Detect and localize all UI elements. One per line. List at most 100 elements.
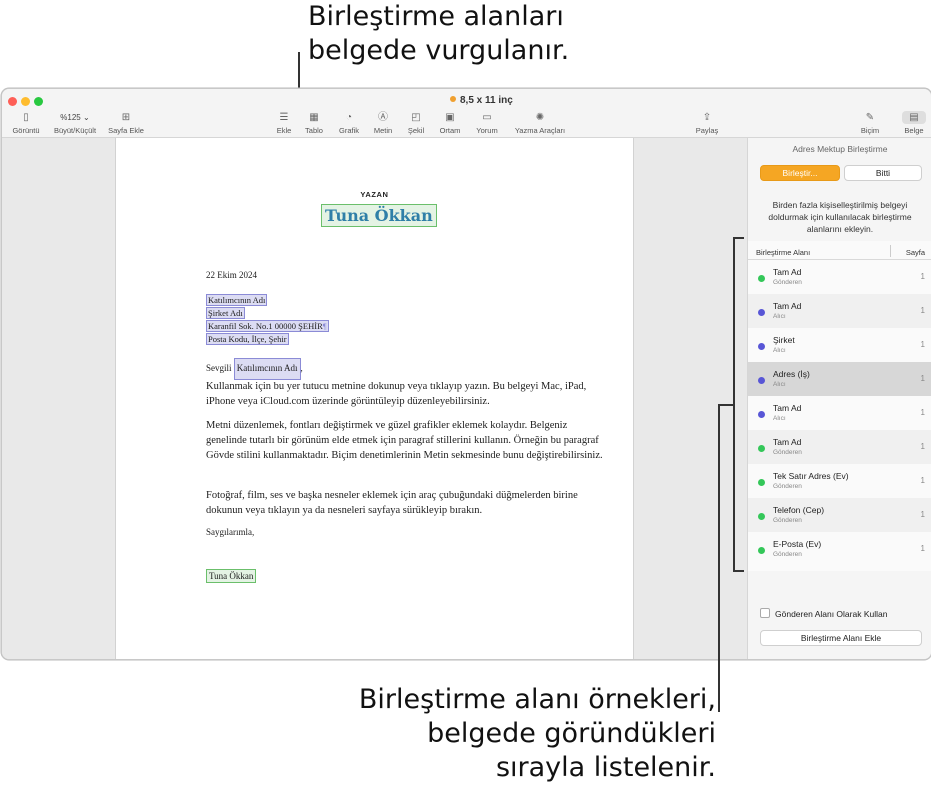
- add-page-button[interactable]: ⊞ Sayfa Ekle: [108, 111, 144, 135]
- merge-fields-header: Birleştirme Alanı Sayfa: [748, 241, 931, 260]
- sidebar-icon: ▯: [23, 112, 29, 123]
- field-color-dot-icon: [758, 309, 765, 316]
- insert-button[interactable]: ☰ Ekle: [274, 111, 294, 135]
- sender-name-merge-field[interactable]: Tuna Ökkan: [321, 204, 437, 227]
- greeting-suffix: ,: [300, 363, 303, 373]
- merge-field-row[interactable]: Adres (İş) Alıcı 1: [748, 362, 931, 396]
- add-merge-field-button[interactable]: Birleştirme Alanı Ekle: [760, 630, 922, 646]
- zoom-label: Büyüt/Küçült: [53, 126, 97, 135]
- pages-window: 8,5 x 11 inç ▯ Görüntü %125 ⌄ Büyüt/Küçü…: [1, 88, 931, 660]
- merge-button[interactable]: Birleştir...: [760, 165, 840, 181]
- add-page-icon: ⊞: [121, 112, 131, 123]
- zoom-value: %125 ⌄: [50, 111, 100, 124]
- leader-line-bottom-vertical: [718, 404, 720, 712]
- table-button[interactable]: ▦ Tablo: [303, 111, 325, 135]
- sidebar-description: Birden fazla kişiselleştirilmiş belgeyi …: [768, 200, 912, 234]
- minimize-window-button[interactable]: [21, 97, 30, 106]
- merge-field-row[interactable]: Tam Ad Gönderen 1: [748, 260, 931, 294]
- merge-field-row[interactable]: Tek Satır Adres (Ev) Gönderen 1: [748, 464, 931, 498]
- use-as-sender-checkbox[interactable]: [760, 608, 770, 618]
- letter-date[interactable]: 22 Ekim 2024: [206, 270, 257, 280]
- zoom-window-button[interactable]: [34, 97, 43, 106]
- greeting-name-merge-field[interactable]: Katılımcının Adı: [233, 358, 301, 380]
- writing-tools-icon: ✺: [535, 112, 545, 123]
- merge-field-row[interactable]: Şirket Alıcı 1: [748, 328, 931, 362]
- document-button[interactable]: ▤ Belge: [902, 111, 926, 135]
- media-label: Ortam: [439, 126, 461, 135]
- shape-button[interactable]: ◰ Şekil: [406, 111, 426, 135]
- media-icon: ▣: [445, 112, 455, 123]
- use-as-sender-label: Gönderen Alanı Olarak Kullan: [775, 609, 888, 619]
- address-merge-field[interactable]: Karanfil Sok. No.1 00000 ŞEHİR¶: [206, 320, 329, 332]
- share-label: Paylaş: [695, 126, 719, 135]
- greeting-line: Sevgili Katılımcının Adı,: [206, 358, 303, 380]
- close-window-button[interactable]: [8, 97, 17, 106]
- chart-label: Grafik: [338, 126, 359, 135]
- insert-label: Ekle: [276, 126, 292, 135]
- text-box-icon: Ⓐ: [378, 112, 388, 123]
- merge-field-row[interactable]: Telefon (Cep) Gönderen 1: [748, 498, 931, 532]
- merge-field-role: Alıcı: [773, 381, 786, 388]
- comment-label: Yorum: [476, 126, 498, 135]
- view-button[interactable]: ▯ Görüntü: [12, 111, 40, 135]
- column-header-page[interactable]: Sayfa: [906, 248, 925, 257]
- insert-icon: ☰: [279, 112, 289, 123]
- merge-field-list: Tam Ad Gönderen 1 Tam Ad Alıcı 1 Şirket Alıcı 1 A…: [748, 260, 931, 566]
- signature-merge-field[interactable]: Tuna Ökkan: [206, 569, 257, 583]
- merge-field-name: Şirket: [773, 335, 795, 345]
- field-color-dot-icon: [758, 547, 765, 554]
- merge-field-row[interactable]: E-Posta (Ev) Gönderen 1: [748, 532, 931, 566]
- text-label: Metin: [373, 126, 393, 135]
- callout-top: Birleştirme alanları belgede vurgulanır.: [308, 0, 569, 68]
- merge-field-name: Tek Satır Adres (Ev): [773, 471, 849, 481]
- merge-field-page: 1: [920, 408, 925, 417]
- callout-bottom-line-1: Birleştirme alanı örnekleri,: [358, 684, 716, 715]
- letter-closing[interactable]: Saygılarımla,: [206, 527, 254, 537]
- recipient-address-block: Katılımcının Adı Şirket Adı Karanfil Sok…: [206, 294, 329, 346]
- zoom-value-text: %125: [60, 113, 81, 122]
- use-as-sender-field-option[interactable]: Gönderen Alanı Olarak Kullan: [760, 608, 887, 619]
- field-color-dot-icon: [758, 411, 765, 418]
- document-title: 8,5 x 11 inç: [450, 95, 513, 106]
- chevron-down-icon: ⌄: [83, 113, 90, 122]
- document-page[interactable]: YAZAN Tuna Ökkan 22 Ekim 2024 Katılımcın…: [115, 138, 634, 659]
- share-icon: ⇪: [702, 112, 712, 123]
- merge-field-name: Tam Ad: [773, 301, 802, 311]
- body-paragraph-1[interactable]: Kullanmak için bu yer tutucu metnine dok…: [206, 379, 606, 409]
- address-line-2-merge-field[interactable]: Posta Kodu, İlçe, Şehir: [206, 333, 289, 345]
- done-button[interactable]: Bitti: [844, 165, 922, 181]
- media-button[interactable]: ▣ Ortam: [438, 111, 462, 135]
- format-button[interactable]: ✎ Biçim: [859, 111, 881, 135]
- merge-field-name: Tam Ad: [773, 267, 802, 277]
- merge-field-role: Gönderen: [773, 483, 802, 490]
- body-paragraph-2[interactable]: Metni düzenlemek, fontları değiştirmek v…: [206, 418, 606, 463]
- body-paragraph-3[interactable]: Fotoğraf, film, ses ve başka nesneler ek…: [206, 488, 606, 518]
- shape-label: Şekil: [407, 126, 425, 135]
- zoom-button[interactable]: %125 ⌄ Büyüt/Küçült: [50, 111, 100, 135]
- merge-field-name: Tam Ad: [773, 403, 802, 413]
- share-button[interactable]: ⇪ Paylaş: [695, 111, 719, 135]
- merge-fields-table: Birleştirme Alanı Sayfa Tam Ad Gönderen 1 T…: [748, 241, 931, 571]
- merge-field-page: 1: [920, 510, 925, 519]
- comment-button[interactable]: ▭ Yorum: [474, 111, 500, 135]
- text-button[interactable]: Ⓐ Metin: [372, 111, 394, 135]
- comment-icon: ▭: [482, 112, 492, 123]
- merge-field-page: 1: [920, 374, 925, 383]
- chart-button[interactable]: ◔ Grafik: [336, 111, 362, 135]
- company-merge-field[interactable]: Şirket Adı: [206, 307, 245, 319]
- column-header-field[interactable]: Birleştirme Alanı: [756, 248, 810, 257]
- leader-line-bottom-horizontal: [718, 404, 734, 406]
- recipient-name-merge-field[interactable]: Katılımcının Adı: [206, 294, 268, 306]
- merge-field-row[interactable]: Tam Ad Alıcı 1: [748, 294, 931, 328]
- paintbrush-icon: ✎: [865, 112, 875, 123]
- field-color-dot-icon: [758, 377, 765, 384]
- merge-field-row[interactable]: Tam Ad Alıcı 1: [748, 396, 931, 430]
- callout-top-line-2: belgede vurgulanır.: [308, 35, 570, 66]
- callout-bottom: Birleştirme alanı örnekleri, belgede gör…: [359, 683, 716, 785]
- callout-bottom-line-3: sırayla listelenir.: [495, 752, 716, 783]
- document-canvas[interactable]: YAZAN Tuna Ökkan 22 Ekim 2024 Katılımcın…: [2, 138, 747, 659]
- merge-field-name: Tam Ad: [773, 437, 802, 447]
- merge-field-row[interactable]: Tam Ad Gönderen 1: [748, 430, 931, 464]
- merge-field-page: 1: [920, 272, 925, 281]
- writing-tools-button[interactable]: ✺ Yazma Araçları: [512, 111, 568, 135]
